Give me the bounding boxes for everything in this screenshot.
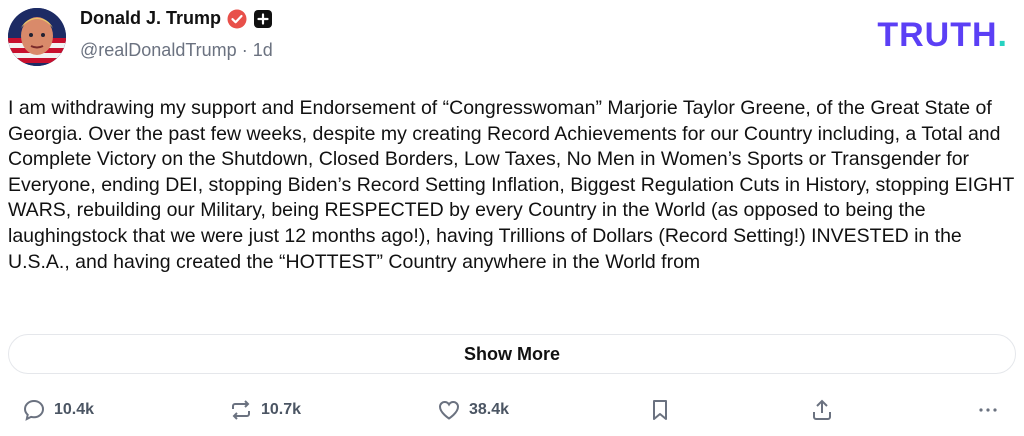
- verified-badge-icon: [227, 9, 247, 29]
- like-button[interactable]: 38.4k: [437, 398, 509, 422]
- bookmark-button[interactable]: [648, 398, 672, 422]
- reply-count: 10.4k: [54, 401, 95, 418]
- like-count: 38.4k: [469, 401, 510, 418]
- post-text: I am withdrawing my support and Endorsem…: [8, 97, 1014, 273]
- more-icon: [979, 408, 997, 412]
- more-options-button[interactable]: [976, 398, 1000, 422]
- share-icon: [813, 399, 831, 420]
- display-name[interactable]: Donald J. Trump: [80, 8, 221, 29]
- reply-icon: [23, 399, 45, 421]
- name-row: Donald J. Trump: [80, 8, 273, 29]
- handle-row: @realDonaldTrump · 1d: [80, 40, 273, 61]
- repost-button[interactable]: 10.7k: [229, 398, 301, 422]
- reply-button[interactable]: 10.4k: [22, 398, 94, 422]
- brand-dot: .: [997, 16, 1008, 54]
- avatar[interactable]: [8, 8, 66, 66]
- repost-count: 10.7k: [261, 401, 302, 418]
- share-button[interactable]: [810, 398, 834, 422]
- action-bar: 10.4k 10.7k 38.4k: [0, 398, 1024, 436]
- brand-text: TRUTH: [877, 16, 998, 54]
- timestamp[interactable]: 1d: [253, 40, 273, 60]
- handle[interactable]: @realDonaldTrump: [80, 40, 237, 60]
- heart-icon: [438, 400, 460, 420]
- truth-logo[interactable]: TRUTH.: [877, 16, 1008, 55]
- bookmark-icon: [653, 400, 667, 420]
- post-header: Donald J. Trump @realDonaldTrump · 1d TR…: [0, 0, 1024, 80]
- show-more-button[interactable]: Show More: [8, 334, 1016, 374]
- plus-badge-icon: [253, 9, 273, 29]
- post-body: I am withdrawing my support and Endorsem…: [8, 96, 1016, 314]
- separator-dot: ·: [241, 40, 248, 60]
- repost-icon: [232, 400, 250, 420]
- text-fade-overlay: [8, 280, 1016, 314]
